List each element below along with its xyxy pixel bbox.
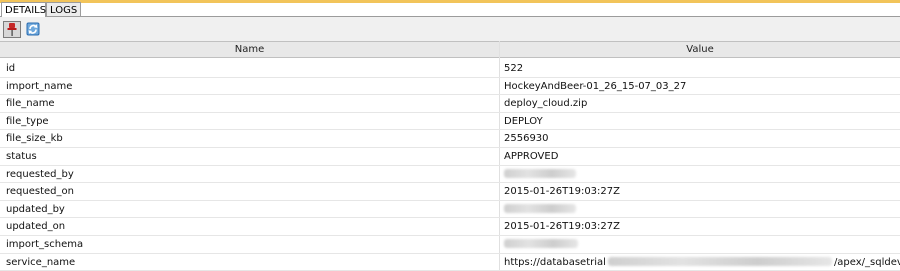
properties-grid: Name Value id 522 import_name HockeyAndB… <box>0 41 900 271</box>
row-value: deploy_cloud.zip <box>504 98 588 110</box>
row-value: https://databasetrial/apex/_sqldev/ <box>504 254 900 271</box>
row-value-suffix: /apex/_sqldev/ <box>833 256 900 268</box>
row-value: 2556930 <box>504 133 549 145</box>
pin-icon <box>7 23 17 36</box>
tab-details[interactable]: DETAILS <box>1 2 46 17</box>
table-row[interactable]: status APPROVED <box>0 148 900 166</box>
toolbar <box>0 17 900 41</box>
row-name: file_size_kb <box>6 133 63 145</box>
column-header-value[interactable]: Value <box>500 42 900 57</box>
row-name: updated_by <box>6 203 65 215</box>
row-name: requested_on <box>6 186 74 198</box>
table-row[interactable]: file_name deploy_cloud.zip <box>0 95 900 113</box>
table-row[interactable]: file_size_kb 2556930 <box>0 130 900 148</box>
row-name: file_type <box>6 115 49 127</box>
row-value: HockeyAndBeer-01_26_15-07_03_27 <box>504 80 687 92</box>
table-row[interactable]: updated_on 2015-01-26T19:03:27Z <box>0 218 900 236</box>
table-row[interactable]: file_type DEPLOY <box>0 113 900 131</box>
row-name: file_name <box>6 98 55 110</box>
row-value-redacted <box>504 166 576 183</box>
row-value-prefix: https://databasetrial <box>504 256 606 268</box>
row-value: DEPLOY <box>504 115 543 127</box>
row-name: updated_on <box>6 221 66 233</box>
row-value-redacted <box>504 201 576 218</box>
row-name: status <box>6 150 37 162</box>
row-name: import_name <box>6 80 73 92</box>
refresh-icon <box>26 22 40 36</box>
table-row[interactable]: import_schema <box>0 236 900 254</box>
table-row[interactable]: id 522 <box>0 60 900 78</box>
grid-header: Name Value <box>0 41 900 58</box>
tab-bar: DETAILS LOGS <box>0 0 900 17</box>
row-value: 522 <box>504 63 524 74</box>
refresh-button[interactable] <box>25 21 43 38</box>
grid-rows: id 522 import_name HockeyAndBeer-01_26_1… <box>0 60 900 271</box>
column-header-name[interactable]: Name <box>0 42 500 57</box>
table-row[interactable]: requested_on 2015-01-26T19:03:27Z <box>0 183 900 201</box>
table-row[interactable]: updated_by <box>0 201 900 219</box>
row-name: id <box>6 63 16 74</box>
row-value-redacted <box>504 236 578 253</box>
table-row[interactable]: import_name HockeyAndBeer-01_26_15-07_03… <box>0 78 900 96</box>
tab-bar-accent <box>0 0 900 3</box>
row-value: 2015-01-26T19:03:27Z <box>504 221 620 233</box>
table-row[interactable]: service_name https://databasetrial/apex/… <box>0 254 900 271</box>
row-name: requested_by <box>6 168 74 180</box>
tab-logs[interactable]: LOGS <box>46 2 81 17</box>
row-name: import_schema <box>6 238 84 250</box>
table-row[interactable]: requested_by <box>0 166 900 184</box>
redacted-segment <box>607 257 832 267</box>
pin-button[interactable] <box>3 21 21 38</box>
row-name: service_name <box>6 256 76 268</box>
row-value: APPROVED <box>504 150 559 162</box>
row-value: 2015-01-26T19:03:27Z <box>504 186 620 198</box>
